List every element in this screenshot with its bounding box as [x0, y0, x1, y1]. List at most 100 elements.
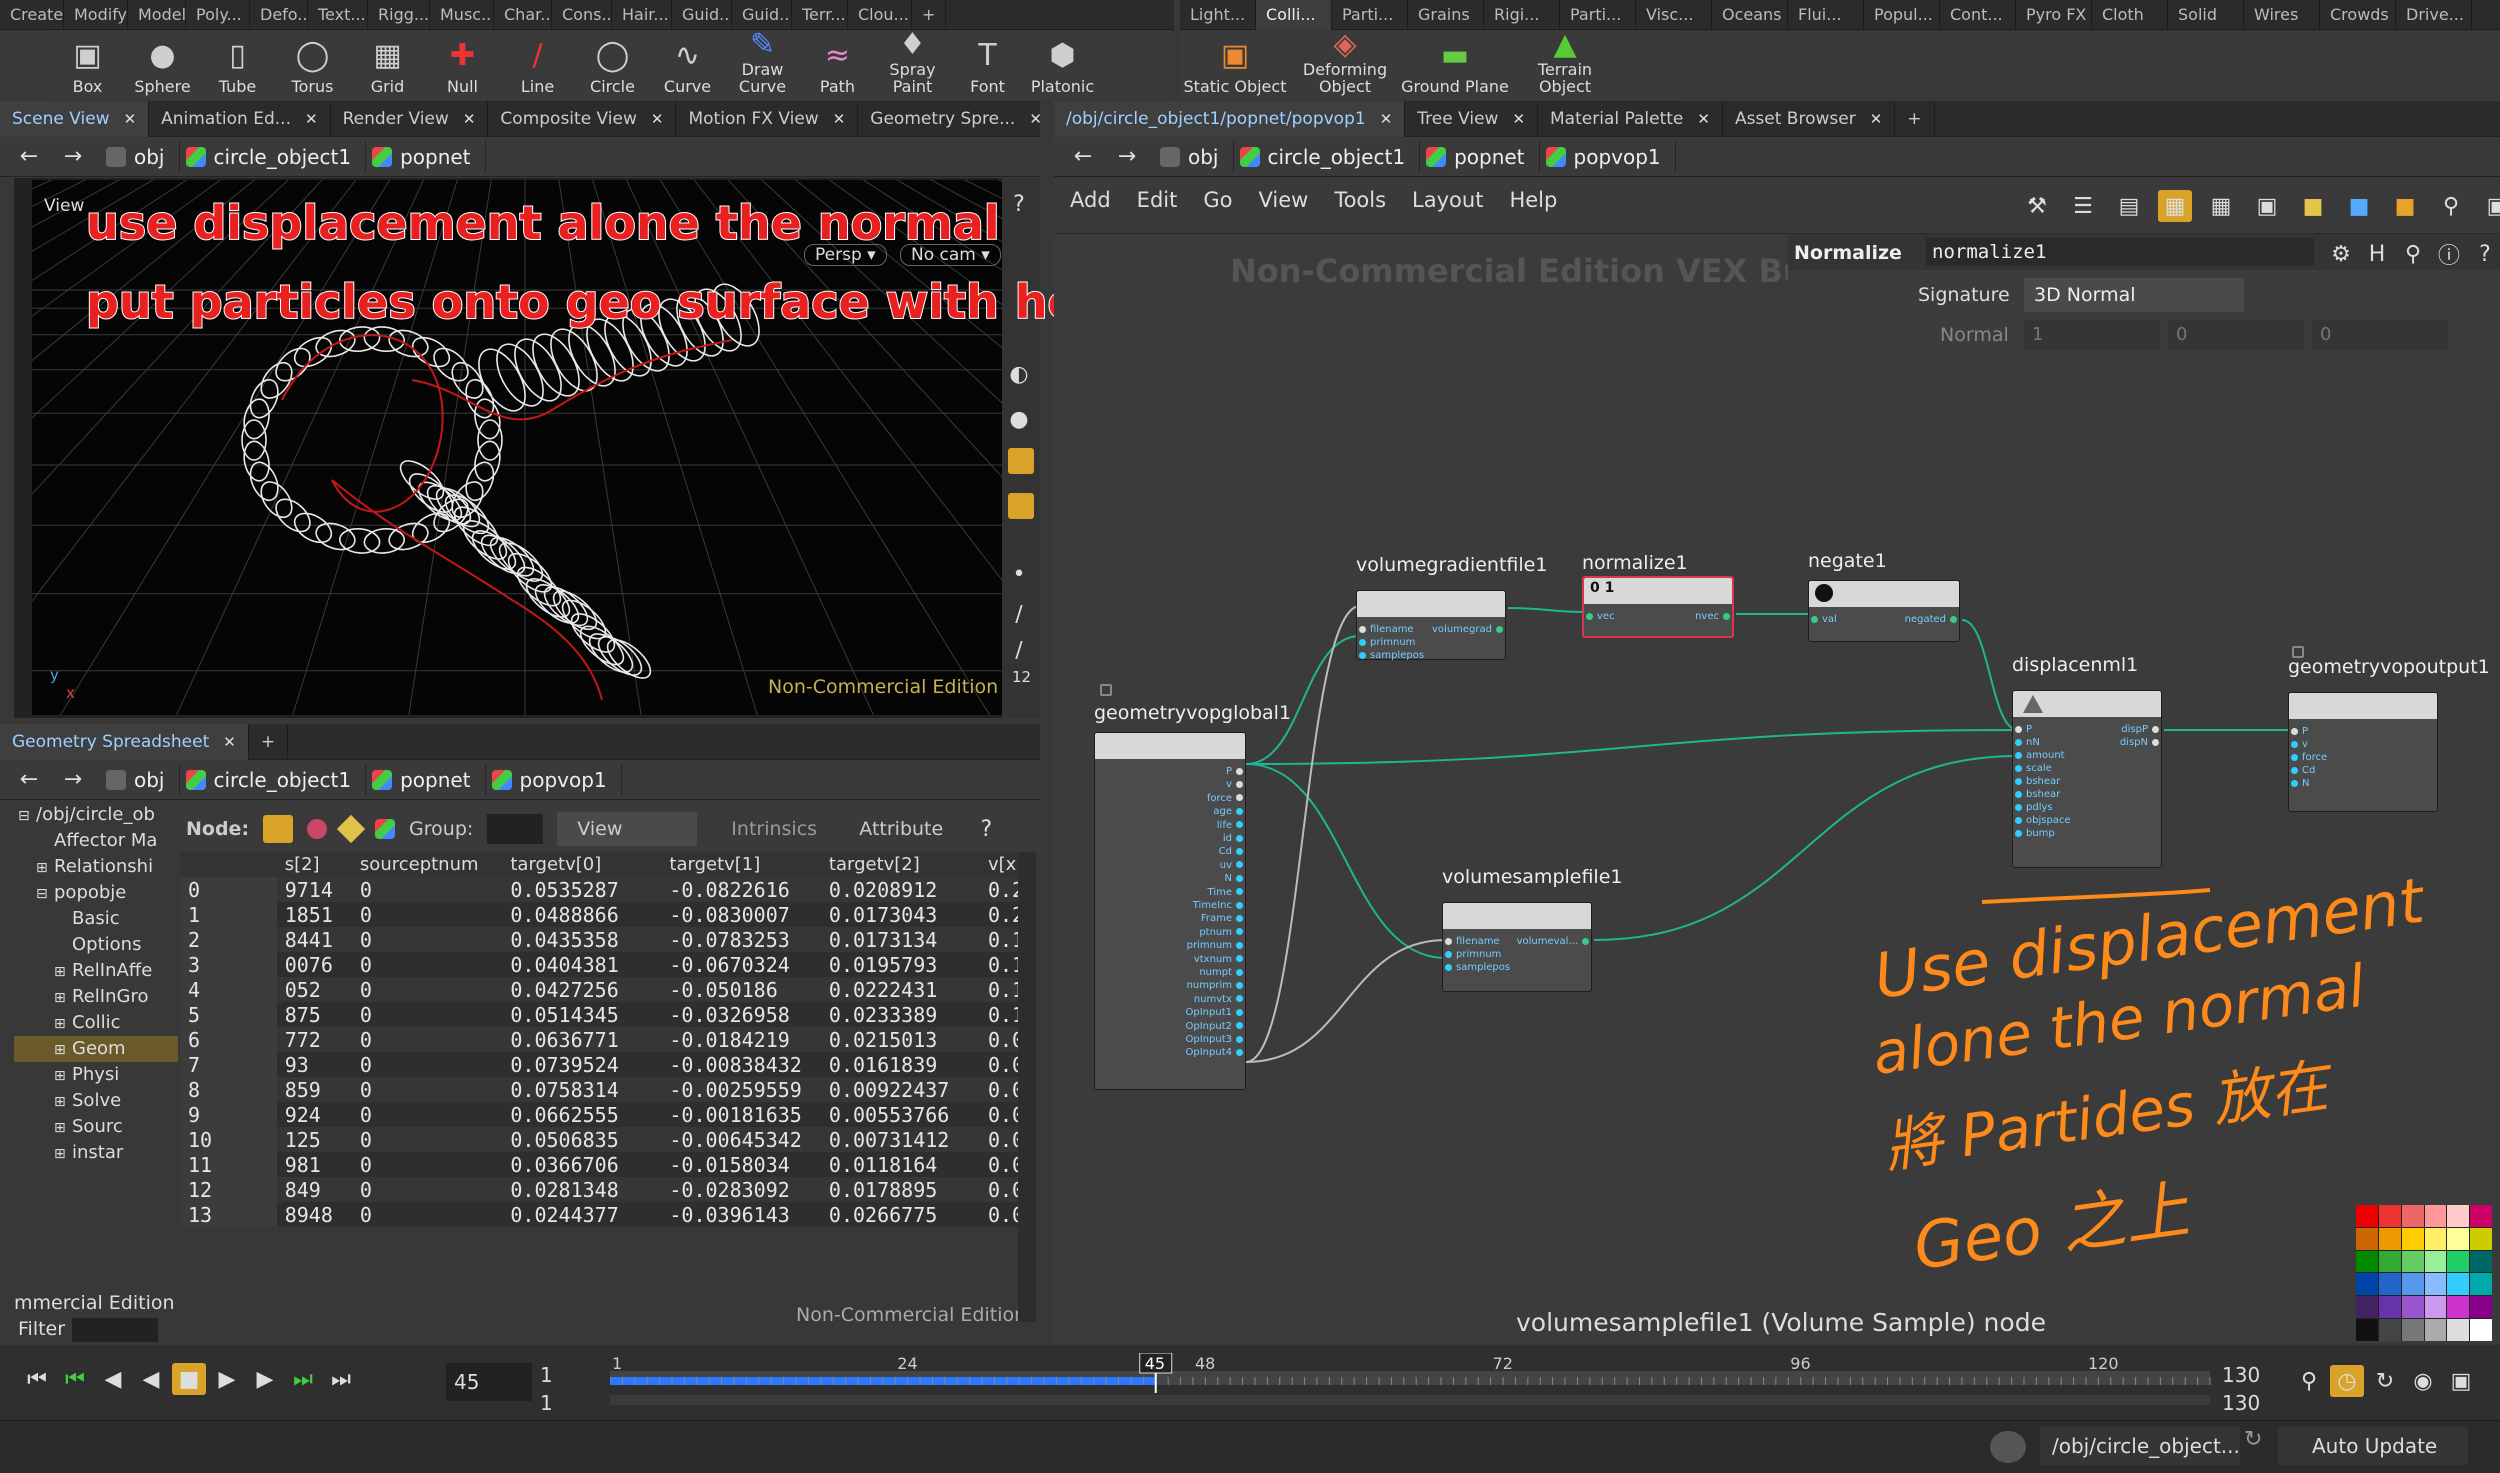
menu-add[interactable]: Add [1070, 188, 1111, 212]
close-icon[interactable]: ✕ [1870, 101, 1883, 137]
output-port[interactable]: numvtx [1194, 993, 1243, 1006]
input-port[interactable]: bshear [2015, 788, 2060, 801]
shelf-tab[interactable]: Popul... [1864, 0, 1940, 30]
palette-swatch[interactable] [2401, 1296, 2424, 1319]
play-reverse-icon[interactable]: ◀ [134, 1363, 168, 1395]
settings-icon[interactable]: ▣ [2444, 1365, 2478, 1397]
status-path[interactable]: /obj/circle_object... [2040, 1427, 2240, 1465]
output-port[interactable]: OpInput1 [1186, 1006, 1243, 1019]
step-start-icon[interactable]: ⏮ [58, 1363, 92, 1395]
lock-icon[interactable] [1100, 684, 1112, 696]
column-header[interactable] [180, 852, 277, 877]
expand-icon[interactable]: ⊞ [54, 1063, 72, 1088]
tab-scene-view[interactable]: Scene View ✕ [0, 101, 150, 137]
shelf-tab[interactable]: Terr... [792, 0, 848, 30]
tool-grid[interactable]: ▦ Grid [350, 30, 425, 100]
tool-path[interactable]: ≈ Path [800, 30, 875, 100]
info-icon[interactable]: ⓘ [2432, 238, 2466, 270]
shelf-tab[interactable]: Guid... [732, 0, 792, 30]
tool-line[interactable]: ∕ Line [500, 30, 575, 100]
tab-tree-view[interactable]: Tree View ✕ [1405, 101, 1539, 137]
shelf-tab[interactable]: Oceans [1712, 0, 1788, 30]
palette-swatch[interactable] [2424, 1296, 2447, 1319]
input-port[interactable]: v [2291, 738, 2308, 751]
output-port[interactable]: OpInput2 [1186, 1020, 1243, 1033]
palette-swatch[interactable] [2401, 1250, 2424, 1273]
input-port[interactable]: bump [2015, 827, 2055, 840]
step-end-icon[interactable]: ⏭ [286, 1363, 320, 1395]
expand-icon[interactable]: ⊟ [18, 803, 36, 828]
tab-geometry-spreadsheet[interactable]: Geometry Spreadsheet ✕ [0, 724, 249, 760]
shelf-tab[interactable]: Guid... [672, 0, 732, 30]
shelf-tab[interactable]: Cons... [552, 0, 612, 30]
box-icon[interactable]: ■ [2388, 190, 2422, 222]
tool-circle[interactable]: ◯ Circle [575, 30, 650, 100]
output-port[interactable]: dispN [2120, 736, 2159, 749]
shelf-tab[interactable]: Musc... [430, 0, 494, 30]
tool-font[interactable]: T Font [950, 30, 1025, 100]
gear-icon[interactable]: ⚙ [2324, 238, 2358, 270]
tab-network-popvop1[interactable]: /obj/circle_object1/popnet/popvop1 ✕ [1054, 101, 1406, 137]
input-port[interactable]: samplepos [1445, 961, 1510, 974]
play-icon[interactable]: ▶ [210, 1363, 244, 1395]
input-port[interactable]: val [1811, 613, 1837, 626]
palette-swatch[interactable] [2378, 1205, 2401, 1227]
light-bulb-icon[interactable] [1008, 448, 1034, 474]
palette-swatch[interactable] [2378, 1296, 2401, 1319]
tree-item[interactable]: Basic [14, 906, 178, 932]
menu-edit[interactable]: Edit [1137, 188, 1178, 212]
shelf-tab[interactable]: Create [0, 0, 64, 30]
palette-swatch[interactable] [2470, 1319, 2492, 1341]
tree-item[interactable]: ⊞ RelInAffe [14, 958, 178, 984]
normal-x-field[interactable]: 1 [2024, 320, 2160, 350]
tree-item[interactable]: ⊞ Sourc [14, 1114, 178, 1140]
output-port[interactable]: TimeInc [1193, 899, 1243, 912]
column-header[interactable]: targetv[2] [820, 852, 980, 877]
audio-icon[interactable]: ◉ [2406, 1365, 2440, 1397]
tree-item[interactable]: ⊟ popobje [14, 880, 178, 906]
palette-swatch[interactable] [2424, 1250, 2447, 1273]
input-port[interactable]: objspace [2015, 814, 2071, 827]
shelf-tab[interactable]: Drive... [2396, 0, 2472, 30]
output-port[interactable]: numprim [1187, 979, 1243, 992]
tree-item[interactable]: ⊟/obj/circle_ob [14, 802, 178, 828]
expand-icon[interactable]: ⊞ [54, 1037, 72, 1062]
list-icon[interactable]: ▤ [2112, 190, 2146, 222]
end-frame[interactable]: 130 [2222, 1363, 2260, 1387]
scene-viewport[interactable]: View Persp ▾ No cam ▾ Non-Commercial Edi… [32, 180, 1018, 715]
wrench-icon[interactable]: ⚒ [2020, 190, 2054, 222]
tab-motion-fx-view[interactable]: Motion FX View ✕ [676, 101, 859, 137]
forward-arrow-icon[interactable]: → [1110, 141, 1144, 173]
column-header[interactable]: targetv[0] [502, 852, 662, 877]
shelf-tab[interactable]: Hair... [612, 0, 672, 30]
palette-swatch[interactable] [2356, 1205, 2378, 1227]
refresh-icon[interactable]: ↻ [2244, 1427, 2274, 1465]
snapshot-icon[interactable] [1008, 493, 1034, 519]
breadcrumb-item[interactable]: popnet [366, 140, 486, 173]
shelf-tab[interactable]: Modify [64, 0, 128, 30]
output-port[interactable]: OpInput4 [1186, 1046, 1243, 1059]
palette-swatch[interactable] [2470, 1273, 2492, 1296]
display-icon[interactable]: ▣ [2480, 190, 2500, 222]
palette-swatch[interactable] [2470, 1205, 2492, 1227]
output-port[interactable]: age [1213, 805, 1243, 818]
light-icon[interactable]: ● [1002, 403, 1036, 435]
brush-icon[interactable]: ∕ [1002, 598, 1036, 630]
start-frame[interactable]: 1 [540, 1363, 553, 1387]
palette-swatch[interactable] [2424, 1227, 2447, 1250]
image-icon[interactable]: ■ [2342, 190, 2376, 222]
palette-swatch[interactable] [2378, 1250, 2401, 1273]
expand-icon[interactable]: ⊞ [54, 959, 72, 984]
back-arrow-icon[interactable]: ← [12, 141, 46, 173]
tree-item[interactable]: ⊞ Physi [14, 1062, 178, 1088]
grid-view-icon[interactable]: ▦ [2158, 190, 2192, 222]
tool-platonic[interactable]: ⬢ Platonic [1025, 30, 1100, 100]
tool-static-object[interactable]: ▣ Static Object [1180, 30, 1290, 100]
output-port[interactable]: vtxnum [1194, 953, 1243, 966]
tool-spray-paint[interactable]: ♦ Spray Paint [875, 29, 950, 100]
chat-icon[interactable] [1990, 1431, 2026, 1463]
menu-tools[interactable]: Tools [1334, 188, 1386, 212]
palette-swatch[interactable] [2447, 1273, 2470, 1296]
auto-update-menu[interactable]: Auto Update [2278, 1427, 2468, 1465]
node-body[interactable]: Pv force Cd N [2288, 692, 2438, 812]
